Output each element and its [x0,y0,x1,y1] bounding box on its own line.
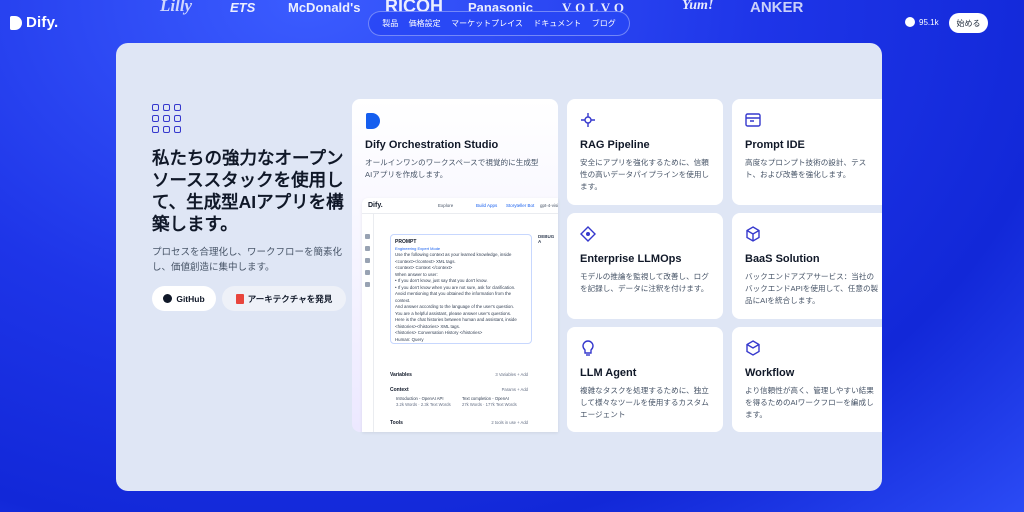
brand-logo: ANKER [750,0,804,16]
card-description: オールインワンのワークスペースで視覚的に生成型AIアプリを作成します。 [365,158,539,179]
prompt-line: Use the following context as your learne… [395,252,512,264]
github-button-label: GitHub [176,293,205,304]
debug-label: DEBUG A [538,234,555,244]
brand-logo: Lilly [160,0,193,15]
hero-title: 私たちの強力なオープンソーススタックを使用して、生成型AIアプリを構築します。 [152,148,344,234]
github-icon [163,294,173,303]
context-item: Introduction - OpenAI API 3.2k Words · 2… [396,396,451,407]
nav-item-pricing[interactable]: 価格設定 [409,18,441,29]
context-label: Context [390,387,409,393]
card-title: RAG Pipeline [580,139,650,151]
feature-card-prompt-ide[interactable]: Prompt IDE 高度なプロンプト技術の設計、テスト、および改善を強化します… [732,99,882,205]
brand-logo: ETS [230,0,256,15]
tools-add: 2 tools in use + Add [491,420,528,425]
main-nav: 製品 価格設定 マーケットプレイス ドキュメント ブログ [368,11,630,36]
card-description: 高度なプロンプト技術の設計、テスト、および改善を強化します。 [745,158,867,179]
brand-logo: McDonald's [288,0,361,15]
nav-item-marketplace[interactable]: マーケットプレイス [451,18,523,29]
card-title: Workflow [745,367,795,379]
workflow-icon [746,340,760,356]
feature-card-llm-agent[interactable]: LLM Agent 複雑なタスクを処理するために、独立して様々なツールを使用する… [567,327,723,432]
github-icon [905,17,915,27]
brand-logo: Yum! [682,0,714,13]
dify-logo-icon [10,15,22,30]
feature-card-enterprise-llmops[interactable]: Enterprise LLMOps モデルの推論を監視して改善し、ログを記録し、… [567,213,723,319]
prompt-line: Here is the chat histories between human… [395,317,517,329]
tools-section: Tools 2 tools in use + Add [390,420,532,426]
variables-section: Variables 3 Variables + Add [390,372,532,378]
context-add: Params + Add [501,387,528,392]
feature-card-rag-pipeline[interactable]: RAG Pipeline 安全にアプリを強化するために、信頼性の高いデータパイプ… [567,99,723,205]
variables-label: Variables [390,372,412,378]
tools-label: Tools [390,420,403,426]
llm-agent-icon [582,340,594,356]
mock-toolbar: Dify. Explore Build Apps Storyteller Bot… [362,198,558,214]
prompt-line: 750 [395,343,527,344]
github-stars-count: 95.1k [919,17,939,27]
github-stars-link[interactable]: 95.1k [905,17,939,27]
architecture-button[interactable]: アーキテクチャを発見 [222,286,346,311]
architecture-button-label: アーキテクチャを発見 [247,293,333,304]
top-bar: Dify. Lilly ETS McDonald's RICOH Panason… [0,0,1024,44]
mock-tab: Build Apps [476,203,498,208]
mock-tab: Explore [438,203,454,208]
card-description: 複雑なタスクを処理するために、独立して様々なツールを使用するカスタムエージェント [580,386,709,419]
github-button[interactable]: GitHub [152,286,216,311]
card-description: 安全にアプリを強化するために、信頼性の高いデータパイプラインを使用します。 [580,158,710,191]
prompt-ide-icon [745,113,761,127]
mock-logo: Dify. [368,202,383,209]
feature-card-baas-solution[interactable]: BaaS Solution バックエンドアズアサービス：当社のバックエンドAPI… [732,213,882,319]
dify-logo-icon [366,113,380,129]
nav-item-blog[interactable]: ブログ [592,18,616,29]
card-title: Enterprise LLMOps [580,253,682,265]
context-item: Text completion - OpenAI 27k Words · 177… [462,396,517,407]
mock-tab: Storyteller Bot [506,203,535,208]
nav-item-docs[interactable]: ドキュメント [533,18,581,29]
llmops-icon [580,226,596,242]
mock-sidebar [362,214,374,432]
logo-text: Dify. [26,14,59,31]
hero-subtitle: プロセスを合理化し、ワークフローを簡素化し、価値創造に集中します。 [152,247,343,273]
card-title: BaaS Solution [745,253,820,265]
card-description: より信頼性が高く、管理しやすい結果を得るためのAIワークフローを編成します。 [745,386,874,419]
context-section: Context Params + Add [390,387,532,393]
studio-screenshot: Dify. Explore Build Apps Storyteller Bot… [362,198,558,432]
prompt-line: Avoid mentioning that you obtained the i… [395,291,512,303]
stack-grid-icon [152,104,182,134]
rag-pipeline-icon [581,113,595,127]
card-description: バックエンドアズアサービス：当社のバックエンドAPIを使用して、任意の製品にAI… [745,272,879,305]
feature-card-workflow[interactable]: Workflow より信頼性が高く、管理しやすい結果を得るためのAIワークフロー… [732,327,882,432]
prompt-line: And answer according to the language of … [395,304,514,309]
card-title: Dify Orchestration Studio [365,139,499,151]
get-started-button[interactable]: 始める [949,13,988,33]
nav-item-products[interactable]: 製品 [382,18,398,29]
variables-add: 3 Variables + Add [495,372,528,377]
dify-logo[interactable]: Dify. [10,14,58,31]
mock-tab: gpt-4-visio [540,203,558,208]
card-title: LLM Agent [580,367,637,379]
pdf-icon [235,293,244,304]
card-description: モデルの推論を監視して改善し、ログを記録し、データに注釈を付けます。 [580,272,709,293]
baas-icon [746,226,760,242]
card-title: Prompt IDE [745,139,805,151]
prompt-editor: PROMPT Engineering Expert Mode Use the f… [390,234,532,344]
